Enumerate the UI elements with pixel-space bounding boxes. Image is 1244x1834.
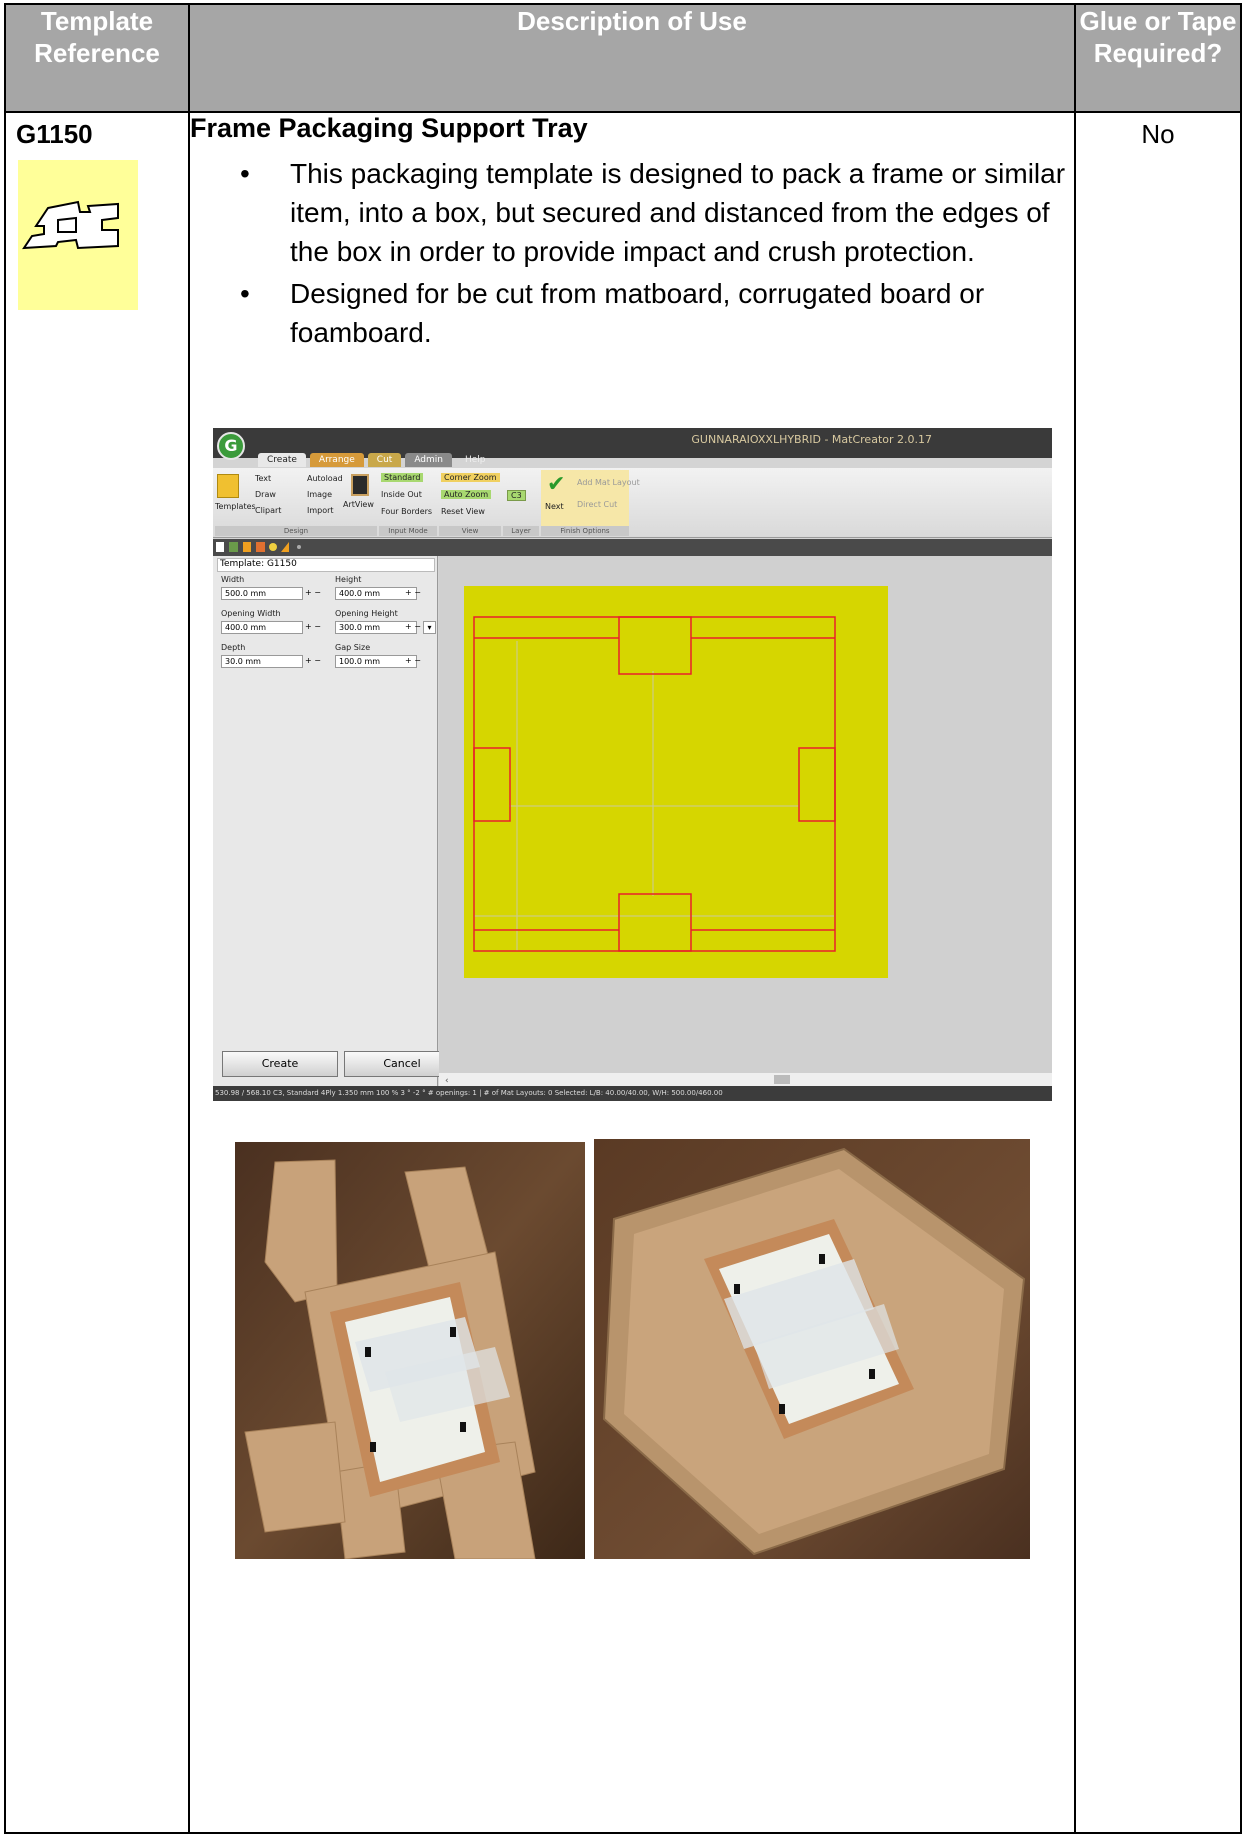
- artview-icon[interactable]: [351, 474, 369, 496]
- document-page: Template Reference Description of Use Gl…: [0, 0, 1244, 1834]
- bullet-item: Designed for be cut from matboard, corru…: [240, 274, 1074, 352]
- matboard: [464, 586, 888, 978]
- width-field[interactable]: 500.0 mm: [221, 587, 303, 600]
- height-stepper[interactable]: + −: [405, 588, 421, 597]
- photo-flat-tray: [235, 1142, 585, 1559]
- ribbon-group-view: Corner Zoom Auto Zoom Reset View View: [439, 470, 501, 536]
- reset-view-button[interactable]: Reset View: [441, 507, 485, 516]
- clipart-button[interactable]: Clipart: [255, 506, 281, 515]
- design-group-label: Design: [215, 526, 377, 536]
- gap-size-label: Gap Size: [335, 643, 371, 652]
- draw-button[interactable]: Draw: [255, 490, 276, 499]
- template-panel-title: Template: G1150: [217, 558, 435, 572]
- glue-required-value: No: [1141, 119, 1175, 149]
- view-group-label: View: [439, 526, 501, 536]
- opening-height-label: Opening Height: [335, 609, 398, 618]
- app-window-title: GUNNARAIOXXLHYBRID - MatCreator 2.0.17: [691, 433, 932, 446]
- header-glue-or-tape: Glue or Tape Required?: [1074, 3, 1242, 113]
- scrollbar-thumb[interactable]: [774, 1075, 790, 1084]
- ribbon: Templates Text Autoload Draw Image Clipa…: [213, 468, 1052, 538]
- photo-tray-in-box: [594, 1139, 1030, 1559]
- auto-zoom-button[interactable]: Auto Zoom: [441, 490, 492, 499]
- import-button[interactable]: Import: [307, 506, 334, 515]
- tab-help[interactable]: Help: [456, 453, 495, 467]
- four-borders-button[interactable]: Four Borders: [381, 507, 432, 516]
- template-thumbnail-icon: [18, 160, 138, 310]
- ribbon-group-design: Templates Text Autoload Draw Image Clipa…: [215, 470, 377, 536]
- header-description-of-use: Description of Use: [188, 3, 1076, 113]
- template-panel: Template: G1150 Width 500.0 mm + − Heigh…: [213, 556, 460, 1086]
- tab-create[interactable]: Create: [258, 453, 306, 467]
- width-stepper[interactable]: + −: [305, 588, 321, 597]
- input-mode-group-label: Input Mode: [379, 526, 437, 536]
- ribbon-group-finish: ✔ Next Add Mat Layout Direct Cut Finish …: [541, 470, 640, 536]
- status-bar: 530.98 / 568.10 C3, Standard 4Ply 1.350 …: [213, 1086, 1052, 1101]
- opening-height-stepper[interactable]: + −: [405, 622, 421, 631]
- opening-dropdown-icon[interactable]: ▾: [423, 621, 436, 634]
- opening-width-field[interactable]: 400.0 mm: [221, 621, 303, 634]
- autoload-button[interactable]: Autoload: [307, 474, 343, 483]
- app-logo-icon: G: [217, 432, 245, 460]
- checkmark-icon[interactable]: ✔: [547, 472, 565, 497]
- quick-toolbar: [213, 539, 1052, 556]
- matcreator-screenshot: G GUNNARAIOXXLHYBRID - MatCreator 2.0.17…: [213, 428, 1052, 1101]
- depth-label: Depth: [221, 643, 246, 652]
- description-bullets: This packaging template is designed to p…: [190, 154, 1074, 352]
- templates-button[interactable]: Templates: [215, 502, 256, 511]
- ribbon-tabs: Create Arrange Cut Admin Help: [258, 453, 495, 467]
- standard-button[interactable]: Standard: [381, 473, 424, 482]
- layer-group-label: Layer: [503, 526, 539, 536]
- image-button[interactable]: Image: [307, 490, 332, 499]
- scroll-left-icon[interactable]: ‹: [445, 1076, 449, 1086]
- ribbon-group-input-mode: Standard Inside Out Four Borders Input M…: [379, 470, 437, 536]
- width-label: Width: [221, 575, 245, 584]
- template-reference: G1150: [16, 119, 93, 149]
- next-button[interactable]: Next: [545, 502, 564, 511]
- direct-cut-button[interactable]: Direct Cut: [577, 500, 617, 509]
- tab-arrange[interactable]: Arrange: [309, 453, 364, 467]
- opening-width-stepper[interactable]: + −: [305, 622, 321, 631]
- add-mat-layout-button[interactable]: Add Mat Layout: [577, 478, 640, 487]
- bullet-item: This packaging template is designed to p…: [240, 154, 1074, 271]
- depth-stepper[interactable]: + −: [305, 656, 321, 665]
- depth-field[interactable]: 30.0 mm: [221, 655, 303, 668]
- tab-cut[interactable]: Cut: [367, 453, 402, 467]
- design-canvas[interactable]: ‹: [439, 556, 1052, 1086]
- template-drawing: ‹: [439, 586, 1052, 1086]
- corner-zoom-button[interactable]: Corner Zoom: [441, 473, 500, 482]
- reference-cell: G1150: [4, 111, 190, 1834]
- glue-cell: No: [1074, 111, 1242, 1834]
- inside-out-button[interactable]: Inside Out: [381, 490, 422, 499]
- opening-width-label: Opening Width: [221, 609, 281, 618]
- horizontal-scrollbar[interactable]: [439, 1073, 1052, 1086]
- height-label: Height: [335, 575, 362, 584]
- tab-admin[interactable]: Admin: [405, 453, 452, 467]
- ribbon-group-layer: C3 Layer: [503, 470, 539, 536]
- text-button[interactable]: Text: [255, 474, 271, 483]
- layer-selector[interactable]: C3: [507, 490, 526, 501]
- create-button[interactable]: Create: [222, 1051, 338, 1077]
- template-title: Frame Packaging Support Tray: [190, 113, 588, 143]
- finish-group-label: Finish Options: [541, 526, 629, 536]
- artview-button[interactable]: ArtView: [343, 500, 374, 509]
- templates-icon[interactable]: [217, 474, 239, 498]
- header-template-reference: Template Reference: [4, 3, 190, 113]
- gap-size-stepper[interactable]: + −: [405, 656, 421, 665]
- header-row: Template Reference Description of Use Gl…: [4, 3, 1242, 113]
